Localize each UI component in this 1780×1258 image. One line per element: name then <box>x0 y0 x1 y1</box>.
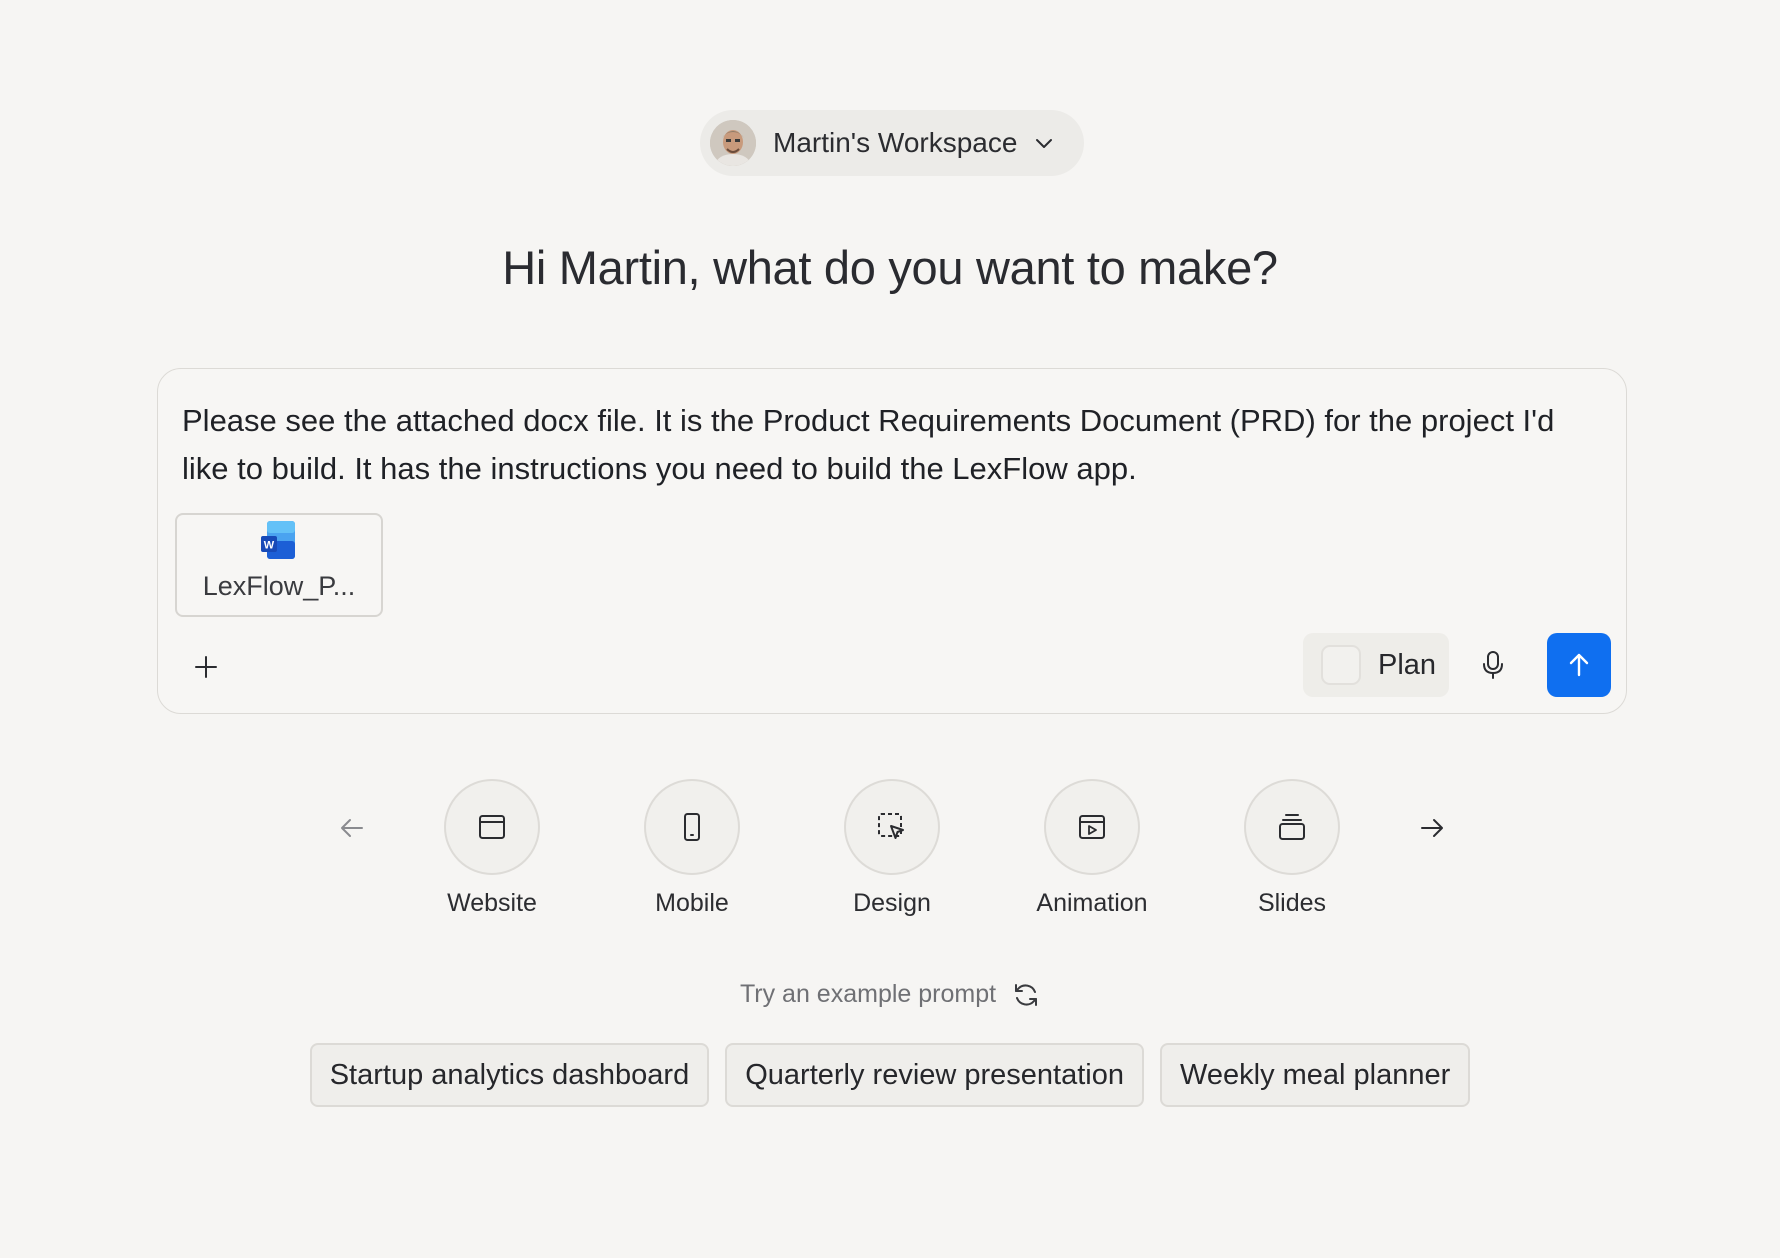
plan-checkbox[interactable] <box>1321 645 1361 685</box>
add-attachment-button[interactable] <box>188 649 224 685</box>
microphone-icon <box>1483 651 1503 679</box>
category-animation-circle[interactable] <box>1044 779 1140 875</box>
play-frame-icon <box>1079 815 1105 839</box>
category-design[interactable]: Design <box>832 779 952 919</box>
page-title: Hi Martin, what do you want to make? <box>502 241 1278 294</box>
category-label: Slides <box>1257 889 1327 917</box>
category-label: Website <box>447 889 537 917</box>
slides-stack-icon <box>1279 814 1305 840</box>
refresh-icon[interactable] <box>1012 981 1040 1009</box>
category-label: Animation <box>1036 889 1148 917</box>
arrow-up-icon <box>1569 653 1589 677</box>
example-prompt-header: Try an example prompt <box>0 980 1780 1009</box>
send-button[interactable] <box>1547 633 1611 697</box>
attachment-filename: LexFlow_P... <box>202 571 356 601</box>
example-prompt-label: Try an example prompt <box>739 980 997 1008</box>
avatar <box>710 120 756 166</box>
word-doc-icon: W <box>261 521 295 559</box>
arrow-left-icon <box>341 819 363 837</box>
example-chip[interactable]: Quarterly review presentation <box>725 1043 1145 1107</box>
prompt-input[interactable]: Please see the attached docx file. It is… <box>182 397 1602 493</box>
category-slides[interactable]: Slides <box>1232 779 1352 919</box>
prompt-composer: Please see the attached docx file. It is… <box>157 368 1627 714</box>
dashed-select-cursor-icon <box>878 813 904 839</box>
category-mobile[interactable]: Mobile <box>632 779 752 919</box>
carousel-next-button[interactable] <box>1412 808 1452 848</box>
attachment-card[interactable]: W LexFlow_P... <box>175 513 383 617</box>
plan-label: Plan <box>1378 648 1437 681</box>
category-website[interactable]: Website <box>432 779 552 919</box>
category-label: Design <box>853 889 931 917</box>
arrow-right-icon <box>1421 819 1443 837</box>
category-label: Mobile <box>655 889 729 917</box>
example-chip[interactable]: Startup analytics dashboard <box>309 1043 710 1107</box>
microphone-button[interactable] <box>1473 645 1513 685</box>
category-animation[interactable]: Animation <box>1032 779 1152 919</box>
chevron-down-icon <box>1036 139 1052 148</box>
svg-text:W: W <box>264 540 275 552</box>
category-mobile-circle[interactable] <box>644 779 740 875</box>
example-chips: Startup analytics dashboard Quarterly re… <box>0 1043 1780 1107</box>
app-page: Martin's Workspace Hi Martin, what do yo… <box>0 0 1780 1258</box>
plan-toggle[interactable]: Plan <box>1303 633 1449 697</box>
plus-icon <box>195 656 217 678</box>
category-slides-circle[interactable] <box>1244 779 1340 875</box>
example-chip[interactable]: Weekly meal planner <box>1160 1043 1471 1107</box>
category-website-circle[interactable] <box>444 779 540 875</box>
browser-window-icon <box>479 815 505 839</box>
category-design-circle[interactable] <box>844 779 940 875</box>
phone-icon <box>684 813 700 841</box>
carousel-prev-button[interactable] <box>332 808 372 848</box>
workspace-switcher[interactable]: Martin's Workspace <box>700 110 1084 176</box>
workspace-name: Martin's Workspace <box>773 127 1018 158</box>
